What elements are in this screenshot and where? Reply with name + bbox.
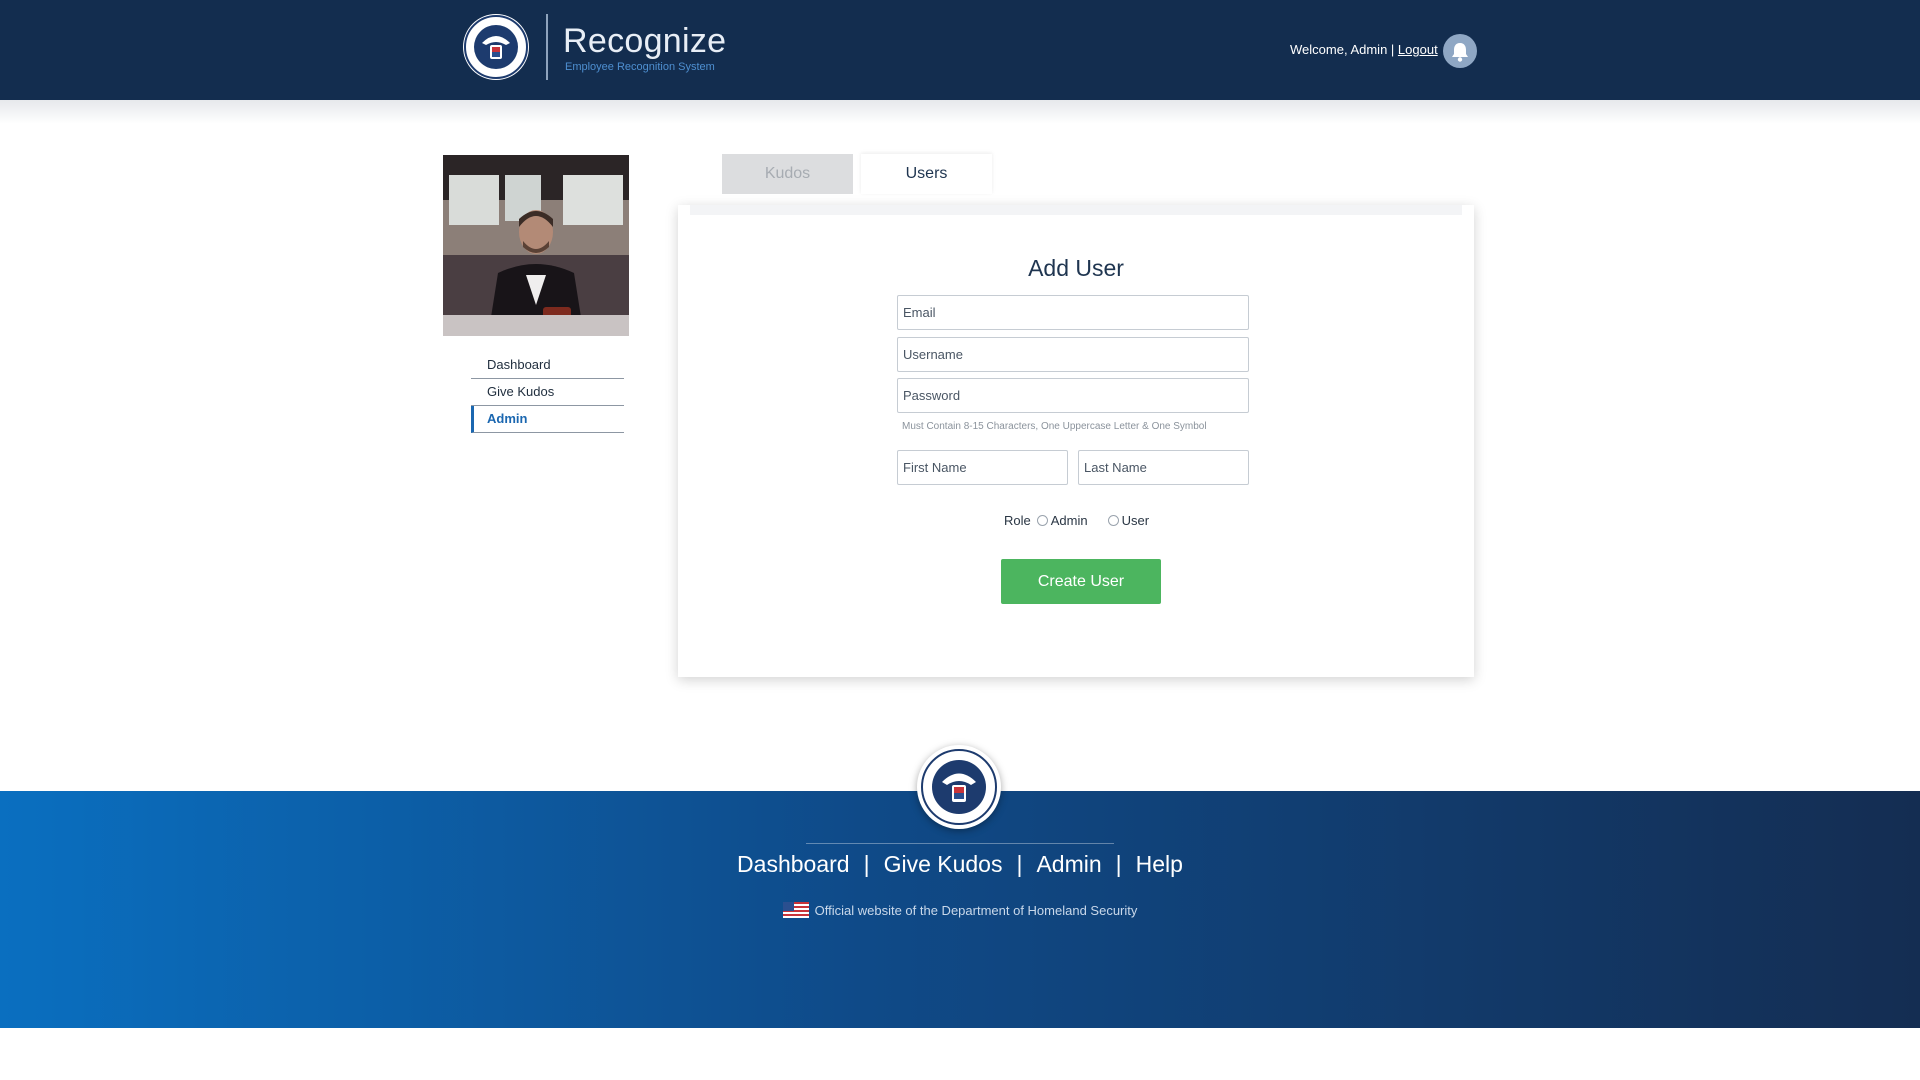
profile-photo (443, 155, 629, 336)
footer-link-admin[interactable]: Admin (1036, 851, 1101, 877)
logout-link[interactable]: Logout (1398, 42, 1438, 57)
email-field[interactable] (897, 295, 1249, 330)
footer-link-dashboard[interactable]: Dashboard (737, 851, 850, 877)
first-name-field[interactable] (897, 450, 1068, 485)
footer-separator: | (863, 851, 870, 877)
role-user-radio[interactable] (1107, 515, 1119, 526)
footer-separator: | (1115, 851, 1122, 877)
add-user-card: Add User Must Contain 8-15 Characters, O… (678, 205, 1474, 677)
form-title: Add User (1028, 255, 1124, 281)
dhs-seal-icon[interactable] (462, 13, 530, 81)
footer-link-give-kudos[interactable]: Give Kudos (884, 851, 1003, 877)
welcome-label: Welcome, Admin | (1290, 42, 1395, 57)
sidebar-item-give-kudos[interactable]: Give Kudos (471, 379, 624, 406)
footer-nav: Dashboard | Give Kudos | Admin | Help (0, 851, 1920, 878)
sidebar-item-admin[interactable]: Admin (471, 406, 624, 433)
role-selector: Role Admin User (1004, 513, 1149, 528)
header-shadow (0, 100, 1920, 124)
official-text: Official website of the Department of Ho… (814, 902, 1138, 918)
notifications-button[interactable] (1443, 34, 1477, 68)
brand-subtitle: Employee Recognition System (565, 61, 715, 73)
sidebar-nav: Dashboard Give Kudos Admin (471, 352, 624, 433)
brand-divider (546, 14, 548, 80)
role-admin-radio[interactable] (1036, 515, 1048, 526)
bell-icon (1452, 43, 1468, 62)
role-label: Role (1004, 513, 1031, 528)
last-name-field[interactable] (1078, 450, 1249, 485)
us-flag-icon (782, 902, 809, 918)
password-hint: Must Contain 8-15 Characters, One Upperc… (902, 421, 1207, 432)
tab-kudos[interactable]: Kudos (722, 154, 853, 194)
username-field[interactable] (897, 337, 1249, 372)
footer-dhs-seal-icon (917, 745, 1001, 829)
sidebar-item-dashboard[interactable]: Dashboard (471, 352, 624, 379)
card-top-strip (690, 205, 1462, 215)
footer-divider (806, 843, 1114, 844)
official-notice: Official website of the Department of Ho… (0, 902, 1920, 918)
create-user-button[interactable]: Create User (1001, 559, 1161, 604)
welcome-text: Welcome, Admin | Logout (1290, 42, 1438, 57)
role-user-label[interactable]: User (1122, 513, 1149, 528)
top-header: Recognize Employee Recognition System We… (0, 0, 1920, 100)
brand-title: Recognize (563, 22, 727, 60)
role-admin-label[interactable]: Admin (1051, 513, 1088, 528)
password-field[interactable] (897, 378, 1249, 413)
tab-users[interactable]: Users (861, 154, 992, 194)
footer-link-help[interactable]: Help (1136, 851, 1183, 877)
footer-separator: | (1016, 851, 1023, 877)
